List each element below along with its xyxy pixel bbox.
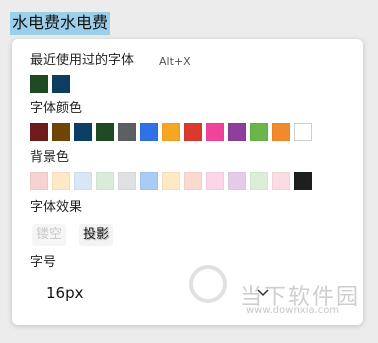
chevron-down-icon [257, 289, 269, 297]
font-color-swatch[interactable] [228, 123, 246, 141]
recent-color-swatch[interactable] [30, 75, 48, 93]
font-color-swatch[interactable] [206, 123, 224, 141]
background-color-swatch[interactable] [52, 172, 70, 190]
font-color-swatch[interactable] [162, 123, 180, 141]
font-color-swatch[interactable] [118, 123, 136, 141]
font-size-select[interactable]: 16px [30, 277, 272, 309]
font-color-swatch[interactable] [52, 123, 70, 141]
font-effect-label: 字体效果 [30, 200, 83, 215]
background-color-swatch[interactable] [118, 172, 136, 190]
recent-swatch-row [30, 75, 70, 93]
font-color-swatch[interactable] [140, 123, 158, 141]
font-color-swatch[interactable] [294, 123, 312, 141]
font-size-label: 字号 [30, 255, 57, 270]
font-color-swatch[interactable] [74, 123, 92, 141]
background-color-swatch[interactable] [74, 172, 92, 190]
background-color-swatch[interactable] [162, 172, 180, 190]
recent-fonts-label: 最近使用过的字体 [30, 53, 135, 68]
background-color-label: 背景色 [30, 150, 70, 165]
font-color-label: 字体颜色 [30, 101, 83, 116]
background-color-swatch[interactable] [250, 172, 268, 190]
font-color-swatch[interactable] [96, 123, 114, 141]
font-color-swatch-row [30, 123, 312, 141]
background-color-swatch[interactable] [96, 172, 114, 190]
background-color-swatch[interactable] [228, 172, 246, 190]
recent-color-swatch[interactable] [52, 75, 70, 93]
background-color-swatch[interactable] [294, 172, 312, 190]
background-color-swatch-row [30, 172, 312, 190]
background-color-swatch[interactable] [184, 172, 202, 190]
background-color-swatch[interactable] [206, 172, 224, 190]
background-color-swatch[interactable] [140, 172, 158, 190]
background-color-swatch[interactable] [272, 172, 290, 190]
font-color-swatch[interactable] [272, 123, 290, 141]
font-size-value: 16px [46, 284, 84, 302]
hollow-effect-button[interactable]: 镂空 [32, 224, 67, 246]
font-color-swatch[interactable] [250, 123, 268, 141]
recent-fonts-shortcut: Alt+X [159, 55, 191, 68]
selected-text: 水电费水电费 [10, 12, 111, 35]
font-color-swatch[interactable] [184, 123, 202, 141]
shadow-effect-button[interactable]: 投影 [79, 224, 114, 246]
background-color-swatch[interactable] [30, 172, 48, 190]
font-color-swatch[interactable] [30, 123, 48, 141]
